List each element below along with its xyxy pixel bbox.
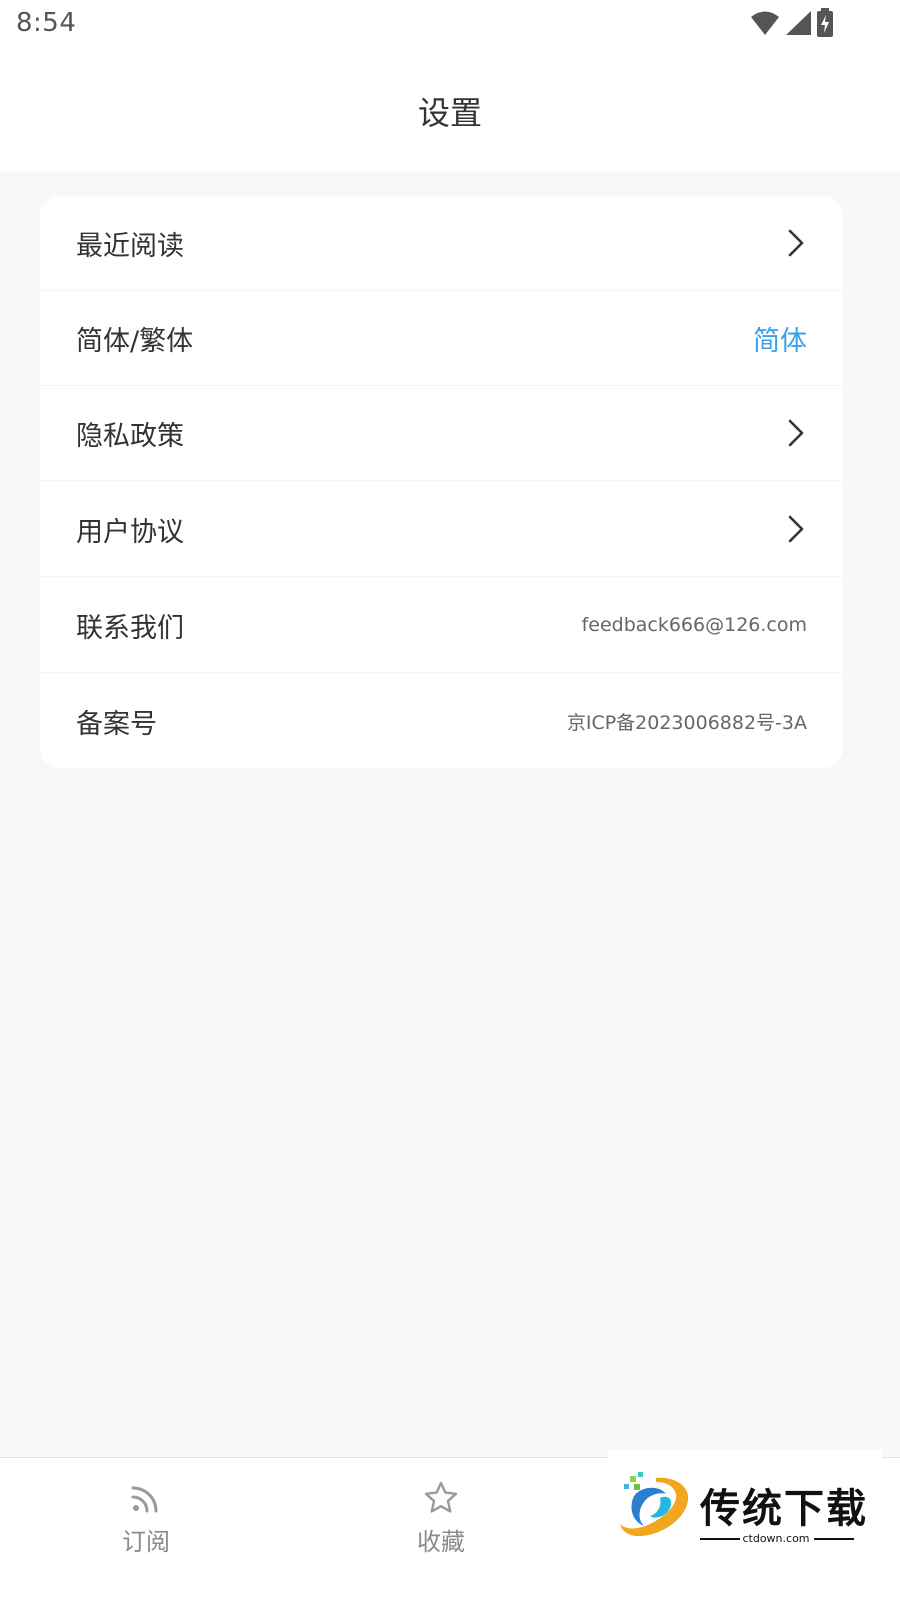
tab-label: 订阅 bbox=[122, 1528, 170, 1556]
script-value[interactable]: 简体 bbox=[753, 319, 807, 358]
setting-label: 用户协议 bbox=[76, 516, 184, 548]
setting-label: 备案号 bbox=[76, 709, 157, 740]
status-time: 8:54 bbox=[16, 8, 77, 38]
status-icons bbox=[750, 8, 834, 38]
setting-row-contact-us[interactable]: 联系我们 feedback666@126.com bbox=[40, 578, 843, 673]
chevron-right-icon bbox=[788, 515, 804, 543]
tab-favorites[interactable]: 收藏 bbox=[341, 1458, 541, 1600]
chevron-right-icon bbox=[788, 419, 804, 447]
setting-row-user-agreement[interactable]: 用户协议 bbox=[40, 482, 843, 577]
settings-card: 最近阅读 简体/繁体 简体 隐私政策 用户协议 联系我们 feedback666… bbox=[40, 196, 843, 768]
setting-label: 简体/繁体 bbox=[76, 325, 194, 357]
star-icon bbox=[424, 1481, 458, 1513]
wifi-icon bbox=[751, 11, 779, 35]
tab-subscribe[interactable]: 订阅 bbox=[46, 1458, 246, 1600]
contact-email: feedback666@126.com bbox=[581, 614, 807, 636]
rss-feed-icon bbox=[131, 1486, 158, 1513]
watermark-logo bbox=[620, 1472, 689, 1537]
watermark-text: 传统下载 bbox=[700, 1486, 868, 1532]
tab-label: 收藏 bbox=[417, 1528, 465, 1556]
setting-row-privacy-policy[interactable]: 隐私政策 bbox=[40, 386, 843, 481]
title-bar: 设置 bbox=[0, 50, 900, 172]
icp-number: 京ICP备2023006882号-3A bbox=[566, 712, 807, 734]
watermark: 传统下载 ctdown.com bbox=[608, 1450, 882, 1600]
setting-label: 最近阅读 bbox=[76, 230, 184, 262]
status-bar: 8:54 bbox=[0, 0, 900, 50]
setting-label: 隐私政策 bbox=[76, 420, 184, 452]
setting-row-icp-record[interactable]: 备案号 京ICP备2023006882号-3A bbox=[40, 674, 843, 768]
page-title: 设置 bbox=[417, 94, 482, 132]
cellular-signal-icon bbox=[786, 11, 811, 35]
watermark-divider bbox=[814, 1538, 854, 1540]
chevron-right-icon bbox=[788, 229, 804, 257]
setting-row-recent-reading[interactable]: 最近阅读 bbox=[40, 196, 843, 291]
setting-label: 联系我们 bbox=[76, 612, 184, 644]
setting-row-script-toggle[interactable]: 简体/繁体 简体 bbox=[40, 291, 843, 386]
battery-charging-icon bbox=[817, 8, 833, 37]
